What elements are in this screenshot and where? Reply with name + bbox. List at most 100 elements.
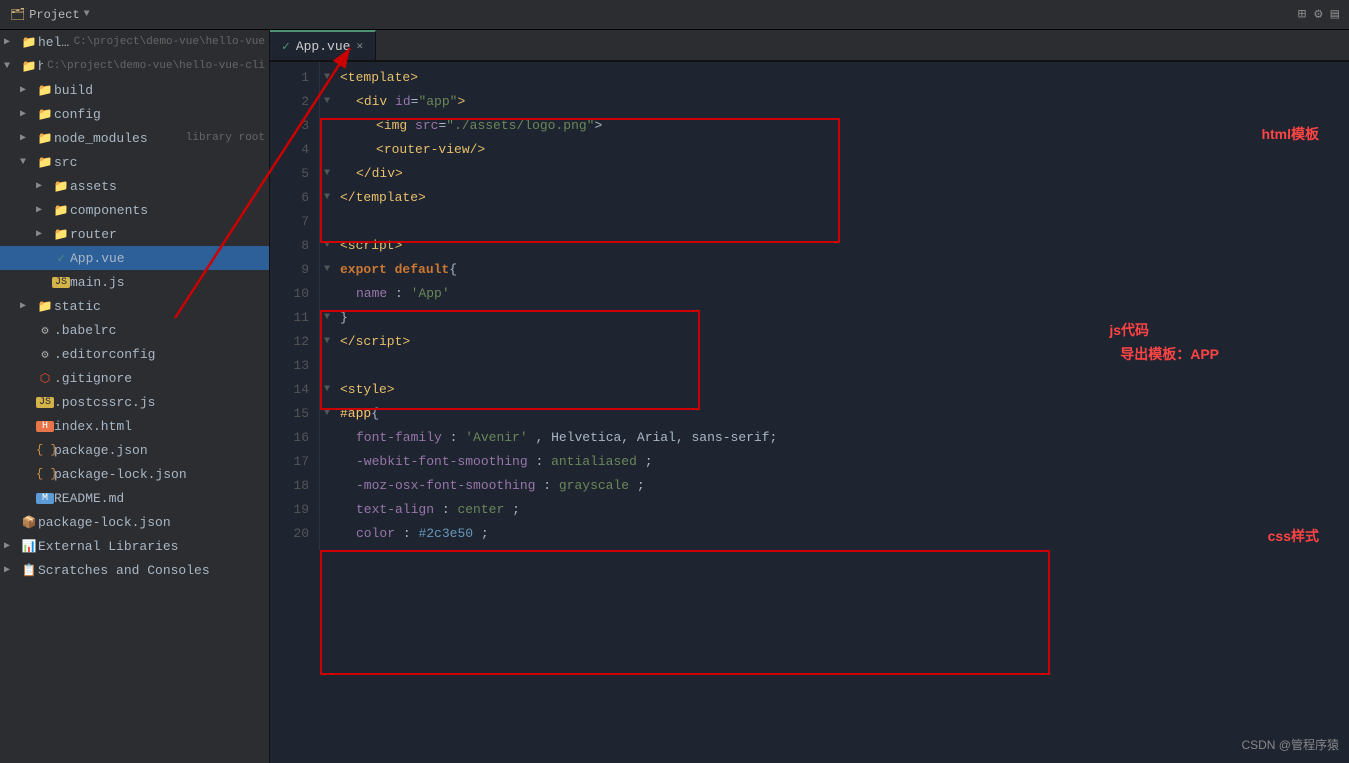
item-label: static — [54, 299, 265, 314]
sidebar-item-hello-vue[interactable]: ▶ 📁 hello-vue C:\project\demo-vue\hello-… — [0, 30, 269, 54]
tree-arrow: ▶ — [20, 372, 36, 384]
folder-icon: 📁 — [52, 203, 70, 218]
app-container: 🗂 Project ▼ ⊞ ⚙ ▤ ▶ 📁 hello-vue C:\proje… — [0, 0, 1349, 763]
dropdown-arrow[interactable]: ▼ — [84, 9, 90, 20]
sidebar-item-external-libraries[interactable]: ▶ 📊 External Libraries — [0, 534, 269, 558]
sidebar-item-main-js[interactable]: ▶ JS main.js — [0, 270, 269, 294]
main-layout: ▶ 📁 hello-vue C:\project\demo-vue\hello-… — [0, 30, 1349, 763]
item-label: Scratches and Consoles — [38, 563, 265, 578]
css-box — [320, 550, 1050, 675]
toolbar-icon-1[interactable]: ⊞ — [1298, 6, 1306, 23]
js-icon: JS — [52, 277, 70, 288]
html-icon: H — [36, 421, 54, 432]
code-line-5: ▼ </div> — [320, 162, 1349, 186]
sidebar-item-assets[interactable]: ▶ 📁 assets — [0, 174, 269, 198]
folder-icon: 📁 — [36, 155, 54, 170]
tree-arrow: ▶ — [36, 228, 52, 240]
sidebar-item-babelrc[interactable]: ▶ ⚙ .babelrc — [0, 318, 269, 342]
sidebar-item-gitignore[interactable]: ▶ ⬡ .gitignore — [0, 366, 269, 390]
code-editor[interactable]: 1 2 3 4 5 6 7 8 9 10 11 12 13 14 — [270, 62, 1349, 550]
fold-icon-15[interactable]: ▼ — [324, 402, 330, 426]
gitignore-icon: ⬡ — [36, 371, 54, 386]
sidebar-item-node-modules[interactable]: ▶ 📁 node_modules library root — [0, 126, 269, 150]
fold-icon-5[interactable]: ▼ — [324, 162, 330, 186]
code-line-7 — [320, 210, 1349, 234]
item-label: build — [54, 83, 265, 98]
folder-icon: 📁 — [20, 59, 38, 74]
fold-icon-12[interactable]: ▼ — [324, 330, 330, 354]
item-sublabel: C:\project\demo-vue\hello-vue — [74, 36, 265, 48]
tab-app-vue[interactable]: ✓ App.vue ✕ — [270, 30, 376, 60]
config-icon: ⚙ — [36, 323, 54, 338]
sidebar-item-app-vue[interactable]: ▶ ✓ App.vue — [0, 246, 269, 270]
sidebar-item-index-html[interactable]: ▶ H index.html — [0, 414, 269, 438]
js-annotation-2: 导出模板：APP — [1120, 344, 1219, 364]
sidebar-item-src[interactable]: ▼ 📁 src — [0, 150, 269, 174]
item-label: README.md — [54, 491, 265, 506]
tree-arrow: ▶ — [4, 516, 20, 528]
tree-arrow: ▶ — [36, 252, 52, 264]
tree-arrow: ▶ — [20, 324, 36, 336]
sidebar-item-root-package-lock[interactable]: ▶ 📦 package-lock.json — [0, 510, 269, 534]
toolbar-icon-2[interactable]: ⚙ — [1314, 6, 1322, 23]
folder-icon: 📁 — [20, 35, 38, 50]
fold-icon-1[interactable]: ▼ — [324, 66, 330, 90]
sidebar-item-postcssrc[interactable]: ▶ JS .postcssrc.js — [0, 390, 269, 414]
sidebar-item-static[interactable]: ▶ 📁 static — [0, 294, 269, 318]
item-label: main.js — [70, 275, 265, 290]
sidebar-item-scratches[interactable]: ▶ 📋 Scratches and Consoles — [0, 558, 269, 582]
tree-arrow: ▶ — [20, 444, 36, 456]
fold-icon-14[interactable]: ▼ — [324, 378, 330, 402]
item-label: .postcssrc.js — [54, 395, 265, 410]
fold-icon-6[interactable]: ▼ — [324, 186, 330, 210]
folder-icon: 📁 — [36, 131, 54, 146]
code-line-8: ▼ <script> — [320, 234, 1349, 258]
item-label: External Libraries — [38, 539, 265, 554]
toolbar-icons: ⊞ ⚙ ▤ — [1298, 6, 1349, 23]
code-line-1: ▼ <template> — [320, 66, 1349, 90]
watermark: CSDN @管程序猿 — [1241, 736, 1339, 753]
tree-arrow: ▶ — [36, 204, 52, 216]
code-line-4: <router-view/> — [320, 138, 1349, 162]
sidebar-item-package-json[interactable]: ▶ { } package.json — [0, 438, 269, 462]
project-label[interactable]: 🗂 Project ▼ — [0, 7, 100, 22]
code-line-11: ▼ } — [320, 306, 1349, 330]
sidebar-item-package-lock-json[interactable]: ▶ { } package-lock.json — [0, 462, 269, 486]
tree-arrow: ▼ — [4, 61, 20, 72]
folder-icon: 📁 — [52, 227, 70, 242]
fold-icon-11[interactable]: ▼ — [324, 306, 330, 330]
fold-icon-2[interactable]: ▼ — [324, 90, 330, 114]
sidebar-item-router[interactable]: ▶ 📁 router — [0, 222, 269, 246]
html-annotation: html模板 — [1261, 124, 1319, 144]
item-label: hello-vue-cli — [38, 59, 43, 74]
tab-bar: ✓ App.vue ✕ — [270, 30, 1349, 62]
package-icon: 📦 — [20, 515, 38, 530]
fold-icon-9[interactable]: ▼ — [324, 258, 330, 282]
item-label: package-lock.json — [38, 515, 265, 530]
editor-area: ✓ App.vue ✕ 1 2 3 4 5 6 7 — [270, 30, 1349, 763]
tab-vue-icon: ✓ — [282, 39, 290, 54]
sidebar-item-components[interactable]: ▶ 📁 components — [0, 198, 269, 222]
item-label: hello-vue — [38, 35, 70, 50]
sidebar-item-editorconfig[interactable]: ▶ ⚙ .editorconfig — [0, 342, 269, 366]
tree-arrow: ▶ — [20, 132, 36, 144]
js-icon: JS — [36, 397, 54, 408]
item-label: App.vue — [70, 251, 265, 266]
code-line-19: text-align : center ; — [320, 498, 1349, 522]
code-line-16: font-family : 'Avenir' , Helvetica, Aria… — [320, 426, 1349, 450]
sidebar-item-config[interactable]: ▶ 📁 config — [0, 102, 269, 126]
css-annotation: css样式 — [1268, 526, 1319, 546]
code-line-9: ▼ export default { — [320, 258, 1349, 282]
scratch-icon: 📋 — [20, 563, 38, 578]
line-numbers: 1 2 3 4 5 6 7 8 9 10 11 12 13 14 — [270, 62, 320, 550]
folder-icon: 🗂 — [10, 7, 25, 22]
sidebar-item-build[interactable]: ▶ 📁 build — [0, 78, 269, 102]
sidebar-item-readme-md[interactable]: ▶ M README.md — [0, 486, 269, 510]
editor-wrapper: 1 2 3 4 5 6 7 8 9 10 11 12 13 14 — [270, 62, 1349, 763]
fold-icon-8[interactable]: ▼ — [324, 234, 330, 258]
toolbar-icon-3[interactable]: ▤ — [1331, 6, 1339, 23]
item-label: src — [54, 155, 265, 170]
tab-close-button[interactable]: ✕ — [356, 39, 363, 53]
item-label: router — [70, 227, 265, 242]
sidebar-item-hello-vue-cli[interactable]: ▼ 📁 hello-vue-cli C:\project\demo-vue\he… — [0, 54, 269, 78]
